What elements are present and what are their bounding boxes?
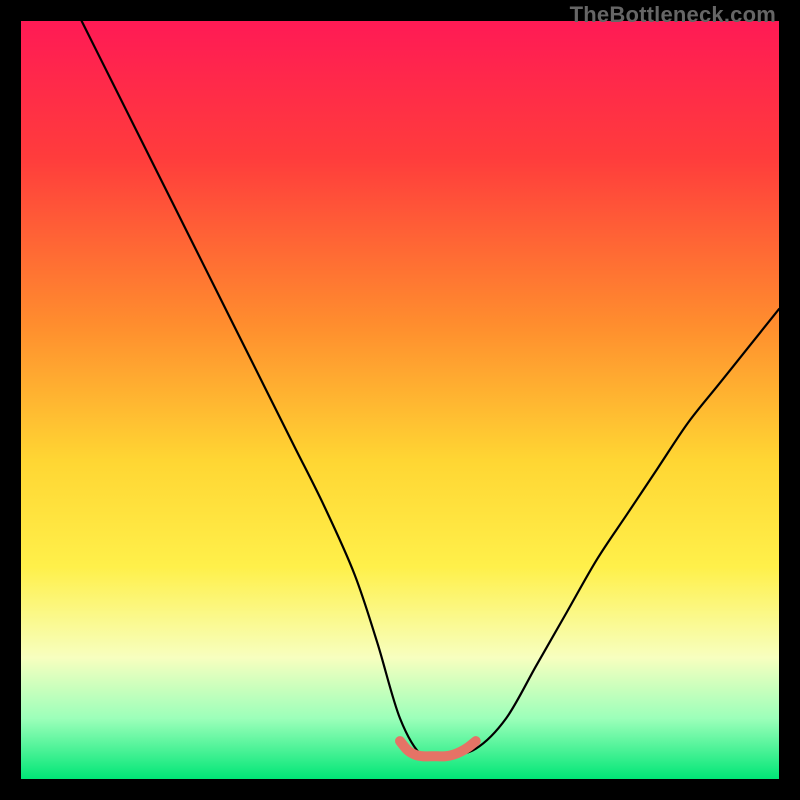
watermark-text: TheBottleneck.com xyxy=(570,2,776,28)
gradient-background xyxy=(21,21,779,779)
chart-frame: TheBottleneck.com xyxy=(0,0,800,800)
plot-area xyxy=(21,21,779,779)
chart-svg xyxy=(21,21,779,779)
